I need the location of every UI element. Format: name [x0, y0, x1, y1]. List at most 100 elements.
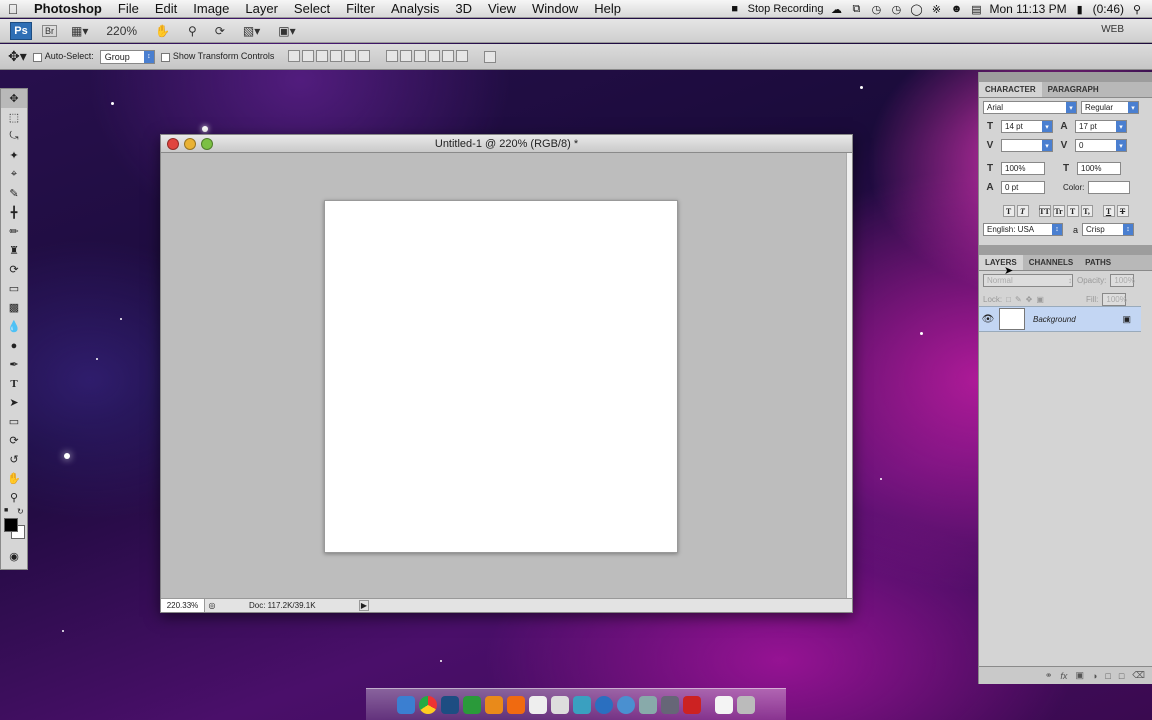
- menu-view[interactable]: View: [480, 1, 524, 16]
- menu-layer[interactable]: Layer: [237, 1, 286, 16]
- menu-image[interactable]: Image: [185, 1, 237, 16]
- status-icon[interactable]: ◎: [205, 601, 219, 610]
- battery-text[interactable]: (0:46): [1093, 2, 1124, 16]
- distribute-right-icon[interactable]: [456, 49, 469, 62]
- swap-colors-icon[interactable]: ↻: [17, 507, 24, 516]
- finder-icon[interactable]: [397, 695, 415, 714]
- adjustment-layer-icon[interactable]: ◑: [1092, 671, 1097, 681]
- clock-text[interactable]: Mon 11:13 PM: [989, 2, 1066, 16]
- wifi-icon[interactable]: ☻: [949, 3, 963, 15]
- sync-icon[interactable]: ⧉: [849, 3, 863, 16]
- hand-tool-icon[interactable]: ✋: [151, 24, 174, 38]
- fill-field[interactable]: 100%: [1102, 293, 1127, 306]
- layer-style-fx-icon[interactable]: fx: [1060, 671, 1067, 681]
- subscript-button[interactable]: T,: [1080, 205, 1093, 217]
- trash-icon[interactable]: [737, 695, 755, 714]
- align-right-icon[interactable]: [358, 49, 371, 62]
- history-brush-tool-icon[interactable]: ⟳: [1, 260, 27, 279]
- arrange-documents-icon[interactable]: ▧▾: [239, 24, 264, 38]
- lasso-tool-icon[interactable]: ⤿: [1, 127, 27, 146]
- kerning-field[interactable]: ▾: [1001, 139, 1053, 152]
- zoom-percent-field[interactable]: 220.33%: [161, 599, 205, 612]
- app-icon-paper-2[interactable]: [551, 695, 569, 714]
- zoom-tool-icon[interactable]: ⚲: [184, 24, 201, 38]
- tab-paragraph[interactable]: PARAGRAPH: [1042, 82, 1105, 97]
- 3d-rotate-tool-icon[interactable]: ⟳: [1, 431, 27, 450]
- crop-tool-icon[interactable]: ⌖: [1, 165, 27, 184]
- zoom-window-button[interactable]: [201, 138, 213, 150]
- auto-select-checkbox[interactable]: Auto-Select:: [32, 51, 94, 62]
- layer-name[interactable]: Background: [1033, 315, 1122, 324]
- menu-help[interactable]: Help: [586, 1, 629, 16]
- menu-analysis[interactable]: Analysis: [383, 1, 447, 16]
- vertical-scale-field[interactable]: 100%: [1001, 162, 1045, 175]
- brush-tool-icon[interactable]: ✏: [1, 222, 27, 241]
- tracking-field[interactable]: 0 ▾: [1075, 139, 1127, 152]
- eraser-tool-icon[interactable]: ▭: [1, 279, 27, 298]
- horizontal-scale-field[interactable]: 100%: [1077, 162, 1121, 175]
- app-icon-green[interactable]: [463, 695, 481, 714]
- language-select[interactable]: English: USA ↕: [983, 223, 1063, 236]
- lock-image-icon[interactable]: ✎: [1015, 295, 1022, 304]
- app-icon-teal[interactable]: [573, 695, 591, 714]
- app-icon-orange-2[interactable]: [507, 695, 525, 714]
- path-selection-tool-icon[interactable]: ➤: [1, 393, 27, 412]
- clock-icon[interactable]: ◷: [889, 3, 903, 16]
- document-titlebar[interactable]: Untitled-1 @ 220% (RGB/8) *: [161, 135, 852, 153]
- vertical-scrollbar[interactable]: [846, 153, 852, 600]
- visibility-eye-icon[interactable]: 👁: [979, 314, 997, 325]
- align-left-icon[interactable]: [330, 49, 343, 62]
- close-window-button[interactable]: [167, 138, 179, 150]
- healing-brush-tool-icon[interactable]: ╋: [1, 203, 27, 222]
- workspace-switcher[interactable]: WEB: [1101, 24, 1124, 35]
- distribute-bottom-icon[interactable]: [414, 49, 427, 62]
- photoshop-icon[interactable]: [441, 695, 459, 714]
- distribute-left-icon[interactable]: [428, 49, 441, 62]
- align-top-icon[interactable]: [288, 49, 301, 62]
- leading-field[interactable]: 17 pt ▾: [1075, 120, 1127, 133]
- faux-italic-button[interactable]: T: [1016, 205, 1029, 217]
- lock-transparent-icon[interactable]: □: [1006, 295, 1011, 304]
- app-icon-orange[interactable]: [485, 695, 503, 714]
- foreground-color-swatch[interactable]: [4, 518, 18, 532]
- move-tool-preset-icon[interactable]: ✥▾: [8, 48, 27, 65]
- menu-edit[interactable]: Edit: [147, 1, 185, 16]
- text-color-swatch[interactable]: [1088, 181, 1131, 194]
- bridge-button[interactable]: Br: [42, 24, 57, 37]
- chrome-icon[interactable]: [419, 695, 437, 714]
- delete-layer-icon[interactable]: ⌫: [1132, 670, 1145, 681]
- align-vcenter-icon[interactable]: [302, 49, 315, 62]
- tab-channels[interactable]: CHANNELS: [1023, 255, 1079, 270]
- menu-filter[interactable]: Filter: [338, 1, 383, 16]
- tab-paths[interactable]: PATHS: [1079, 255, 1117, 270]
- all-caps-button[interactable]: TT: [1038, 205, 1051, 217]
- ring-icon[interactable]: ◯: [909, 3, 923, 16]
- group-select[interactable]: Group ↕: [99, 49, 155, 64]
- tab-layers[interactable]: LAYERS: [979, 255, 1023, 270]
- antialias-select[interactable]: Crisp ↕: [1082, 223, 1135, 236]
- distribute-top-icon[interactable]: [386, 49, 399, 62]
- document-canvas[interactable]: [324, 200, 678, 553]
- blend-mode-select[interactable]: Normal ↕: [983, 274, 1073, 287]
- status-menu-arrow-icon[interactable]: ▶: [359, 600, 369, 611]
- align-hcenter-icon[interactable]: [344, 49, 357, 62]
- hand-tool-icon-panel[interactable]: ✋: [1, 469, 27, 488]
- pen-tool-icon[interactable]: ✒: [1, 355, 27, 374]
- shape-tool-icon[interactable]: ▭: [1, 412, 27, 431]
- tab-character[interactable]: CHARACTER: [979, 82, 1042, 97]
- stop-recording-label[interactable]: Stop Recording: [748, 3, 824, 15]
- default-colors-icon[interactable]: ■: [4, 507, 8, 514]
- lock-position-icon[interactable]: ✥: [1026, 295, 1033, 304]
- magic-wand-tool-icon[interactable]: ✦: [1, 146, 27, 165]
- calendar-icon[interactable]: ▤: [969, 3, 983, 16]
- move-tool-icon[interactable]: ✥: [1, 89, 27, 108]
- underline-button[interactable]: T: [1102, 205, 1115, 217]
- minimize-window-button[interactable]: [184, 138, 196, 150]
- app-icon-blue[interactable]: [595, 695, 613, 714]
- menu-select[interactable]: Select: [286, 1, 338, 16]
- opacity-field[interactable]: 100%: [1110, 274, 1135, 287]
- gradient-tool-icon[interactable]: ▩: [1, 298, 27, 317]
- filezilla-icon[interactable]: [683, 695, 701, 714]
- menu-3d[interactable]: 3D: [447, 1, 480, 16]
- menu-app-name[interactable]: Photoshop: [26, 1, 110, 16]
